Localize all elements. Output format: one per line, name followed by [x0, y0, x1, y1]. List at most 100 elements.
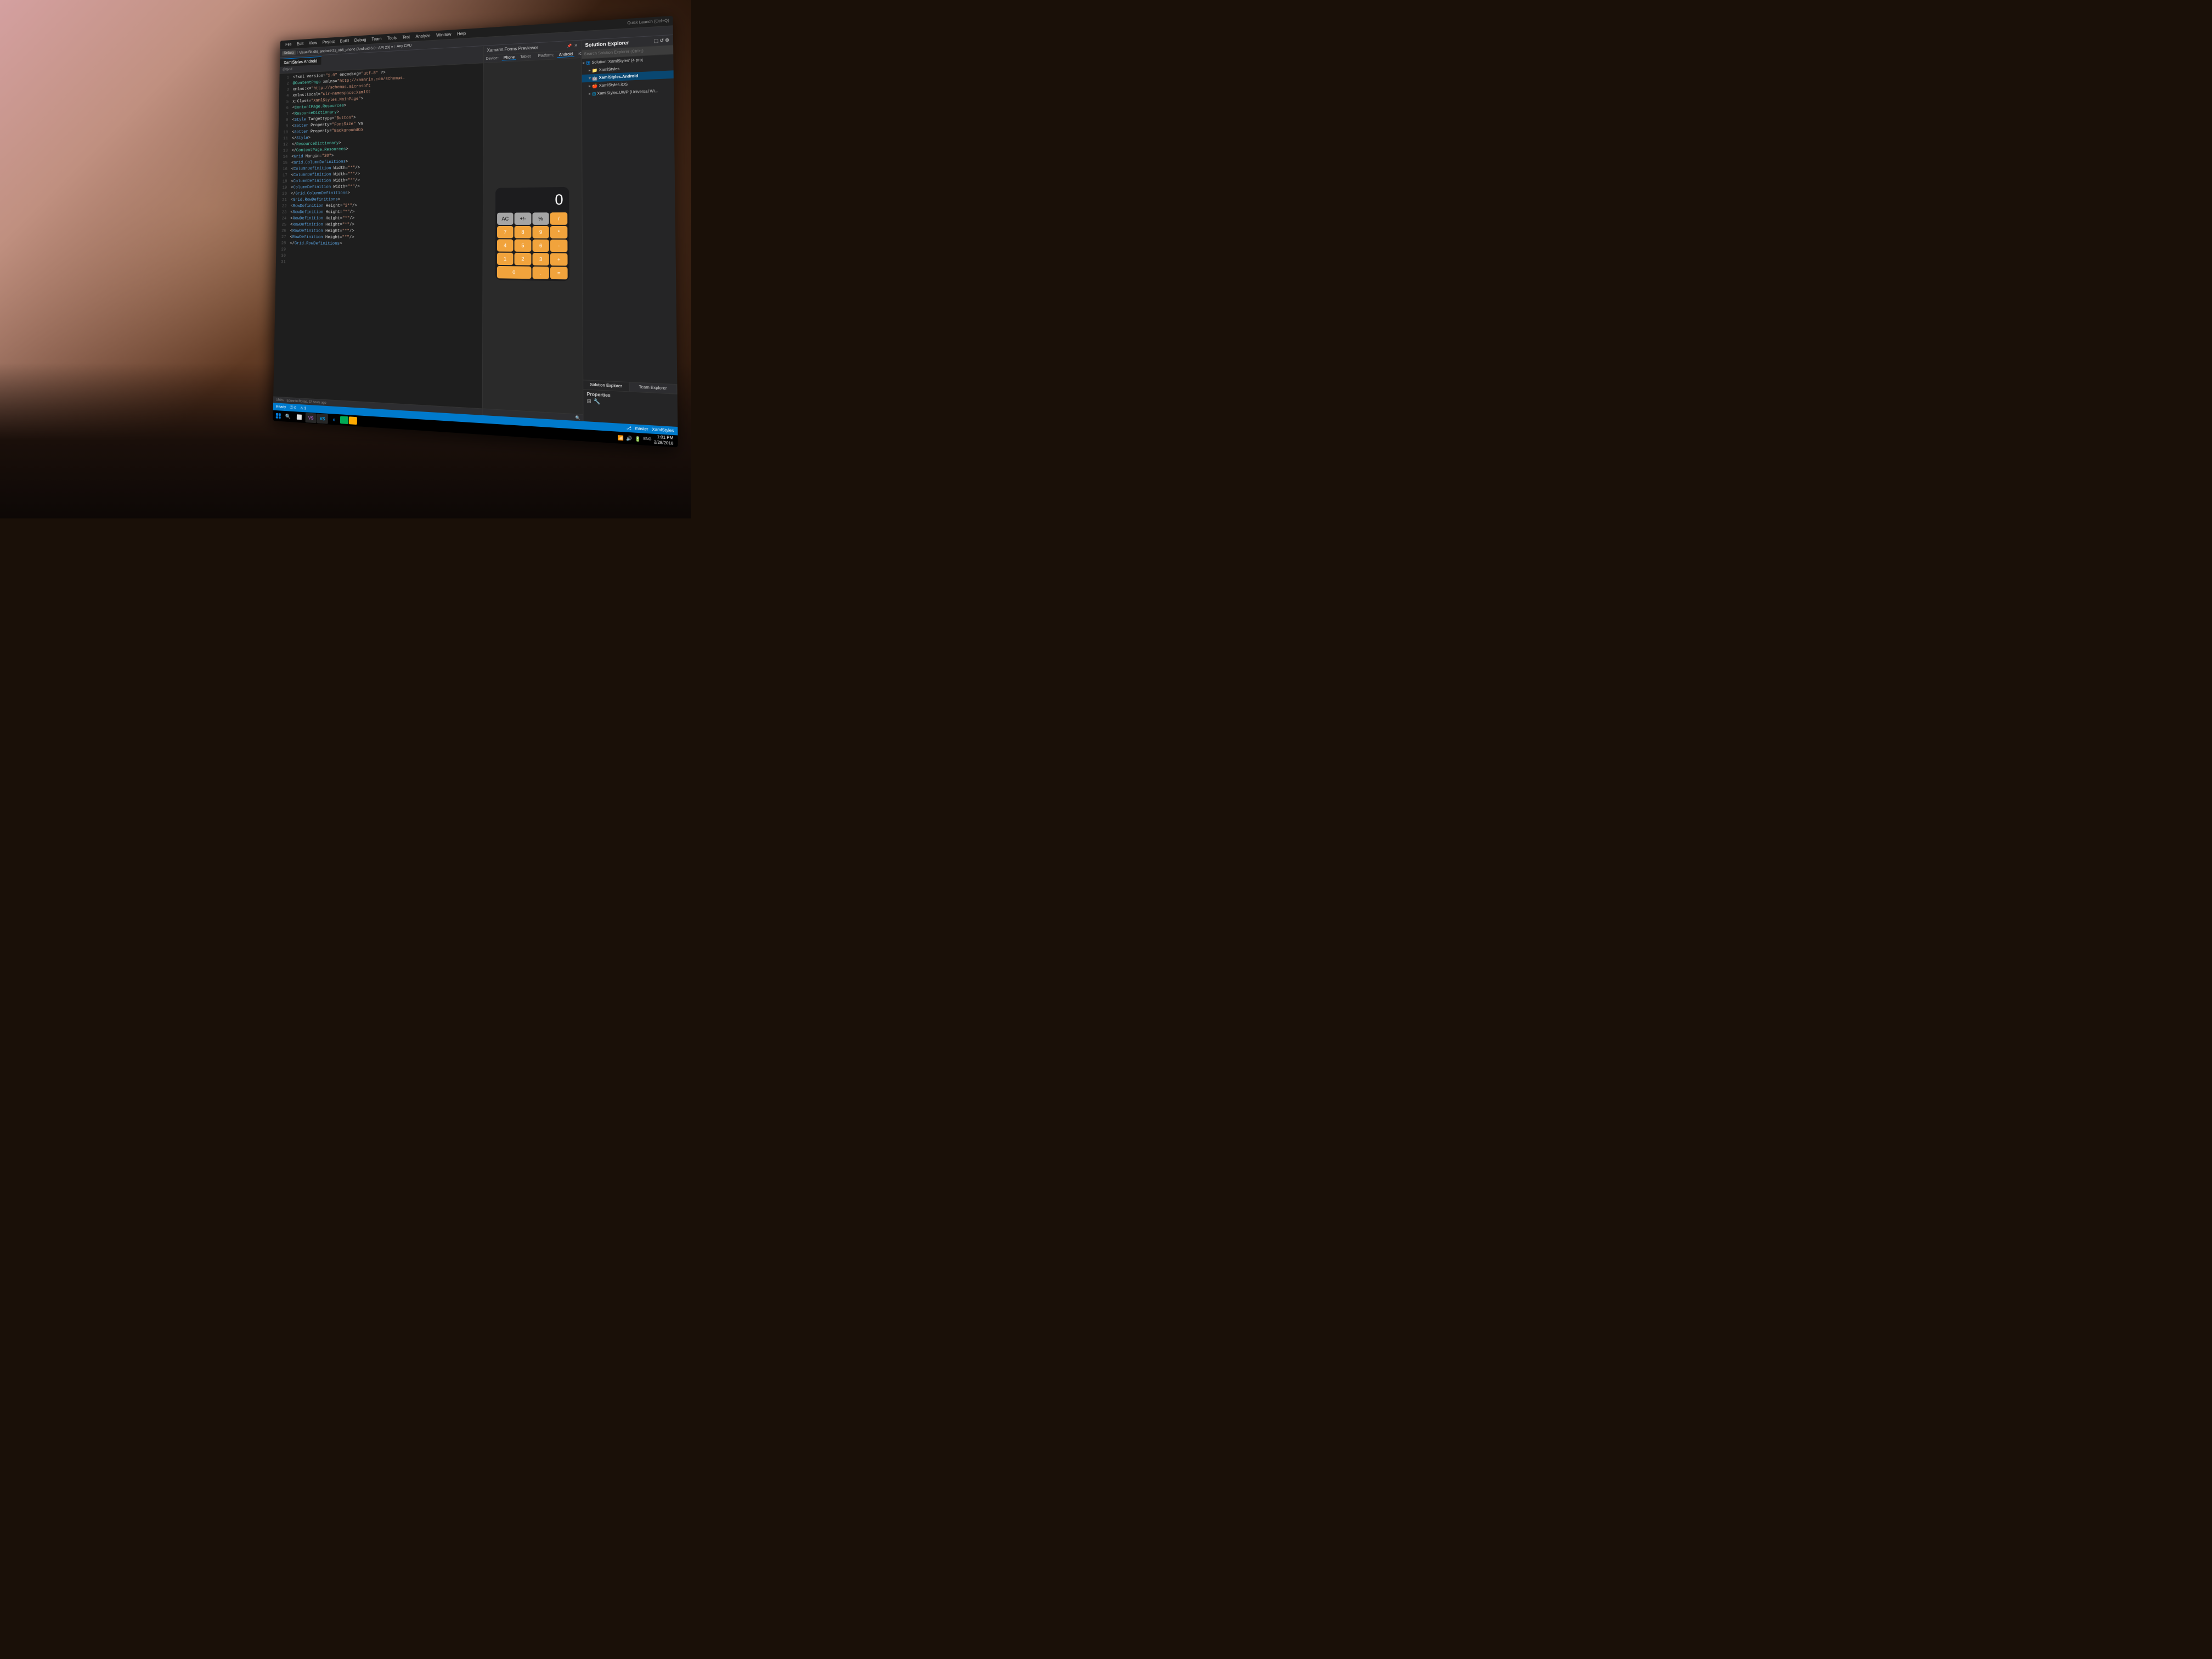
se-uwp-label: XamlStyles.UWP (Universal Wi...: [597, 89, 658, 96]
solution-icon: ⊞: [586, 60, 590, 66]
calc-5-btn[interactable]: 5: [515, 239, 531, 252]
toolbar-separator-2: |: [394, 46, 396, 49]
solution-explorer-tree: ▸ ⊞ Solution 'XamlStyles' (4 proj ▸ 📁 Xa…: [582, 54, 677, 384]
windows-logo: [276, 413, 281, 419]
calc-divide-btn[interactable]: /: [550, 212, 567, 225]
network-icon[interactable]: 📶: [618, 435, 624, 441]
calc-multiply-btn[interactable]: *: [550, 226, 567, 239]
language-indicator[interactable]: ENG: [643, 438, 651, 442]
status-git-icon: ⎇: [627, 426, 631, 431]
win-quad-1: [276, 413, 278, 416]
calc-button-grid: AC +/- % / 7 8 9 * 4 5 6: [495, 211, 569, 281]
win-quad-2: [279, 413, 281, 416]
calc-9-btn[interactable]: 9: [532, 226, 549, 239]
se-toolbar-icon-3[interactable]: ⚙: [665, 38, 669, 43]
system-clock[interactable]: 1:01 PM 2/28/2018: [654, 435, 674, 447]
se-xamlstyles-icon: 📁: [592, 67, 598, 73]
se-toolbar-icon-1[interactable]: ⬚: [654, 38, 658, 44]
status-branch: master: [635, 427, 648, 432]
quick-launch-label: Quick Launch (Ctrl+Q): [627, 19, 669, 26]
menu-analyze[interactable]: Analyze: [413, 33, 433, 40]
calc-1-btn[interactable]: 1: [497, 252, 514, 265]
menu-view[interactable]: View: [306, 40, 319, 47]
menu-test[interactable]: Test: [399, 34, 412, 41]
se-ios-icon: 🍎: [592, 83, 598, 89]
se-tab-te-label: Team Explorer: [639, 386, 667, 391]
calc-equals-btn[interactable]: =: [550, 267, 567, 279]
preview-close-btn[interactable]: ✕: [574, 43, 577, 48]
se-tab-se-label: Solution Explorer: [590, 383, 622, 388]
preview-dock-btn[interactable]: 📌: [567, 43, 572, 48]
taskbar-search[interactable]: 🔍: [283, 411, 294, 422]
calc-6-btn[interactable]: 6: [532, 239, 549, 252]
calc-percent-btn[interactable]: %: [532, 212, 549, 225]
calc-display: 0: [495, 187, 569, 211]
calc-8-btn[interactable]: 8: [515, 226, 531, 238]
platform-label: Platform:: [538, 54, 554, 59]
menu-tools[interactable]: Tools: [385, 35, 399, 42]
volume-icon[interactable]: 🔊: [626, 436, 632, 441]
status-warnings: ⚠ 3: [300, 406, 306, 410]
preview-panel: Xamarin.Forms Previewer 📌 ✕ Device: Phon…: [482, 41, 583, 421]
any-cpu[interactable]: Any CPU: [397, 44, 411, 48]
calc-3-btn[interactable]: 3: [532, 253, 549, 266]
calc-display-value: 0: [555, 191, 563, 208]
calc-minus-btn[interactable]: -: [550, 239, 567, 252]
calculator-preview: 0 AC +/- % / 7 8 9 *: [495, 187, 569, 281]
editor-area: XamlStyles.Android @Grid 12345 678910 11…: [273, 46, 483, 415]
calc-plus-btn[interactable]: +: [550, 253, 567, 266]
se-solution-label: Solution 'XamlStyles' (4 proj: [591, 58, 642, 65]
taskbar-task-view[interactable]: ⬜: [294, 412, 305, 422]
code-text[interactable]: <?xml version="1.0" encoding="utf-8" ?> …: [285, 64, 483, 409]
taskbar-yellow-app[interactable]: [349, 417, 357, 425]
calc-0-btn[interactable]: 0: [496, 266, 531, 279]
start-button[interactable]: [274, 411, 283, 420]
se-android-arrow: ▾: [589, 76, 591, 81]
status-ready: Ready: [276, 405, 286, 409]
calc-decimal-btn[interactable]: .: [532, 266, 549, 279]
se-toolbar-icon-2[interactable]: ↺: [659, 38, 664, 43]
props-icon-2[interactable]: 🔧: [594, 398, 600, 405]
props-icon-1[interactable]: ⊞: [586, 398, 591, 405]
solution-explorer-title: Solution Explorer: [585, 40, 629, 48]
calc-7-btn[interactable]: 7: [497, 226, 514, 238]
zoom-icon[interactable]: 🔍: [575, 415, 580, 420]
menu-team[interactable]: Team: [369, 36, 384, 42]
taskbar-vs[interactable]: VS: [305, 413, 316, 424]
taskbar-vs2[interactable]: VS: [317, 414, 328, 424]
status-project: XamlStyles: [652, 427, 674, 433]
code-editor[interactable]: 12345 678910 1112131415 1617181920 21222…: [273, 64, 483, 409]
status-errors: ⓪ 0: [290, 405, 296, 410]
taskbar-green-app[interactable]: [340, 416, 348, 425]
menu-window[interactable]: Window: [433, 31, 454, 38]
se-uwp-icon: ⊞: [592, 91, 596, 96]
device-type-selector: Phone Tablet: [502, 54, 533, 60]
taskbar-edge[interactable]: e: [328, 414, 340, 425]
menu-help[interactable]: Help: [454, 31, 469, 37]
android-tab[interactable]: Android: [557, 52, 574, 58]
device-label: Device:: [486, 57, 498, 61]
calc-ac-btn[interactable]: AC: [497, 212, 514, 224]
calc-2-btn[interactable]: 2: [515, 253, 531, 266]
win-quad-4: [278, 416, 280, 419]
properties-panel: Properties ⊞ 🔧: [583, 390, 678, 427]
menu-project[interactable]: Project: [320, 39, 337, 46]
win-quad-3: [276, 416, 278, 419]
se-xamlstyles-label: XamlStyles: [599, 67, 619, 72]
se-uwp-arrow: ▸: [589, 92, 591, 96]
phone-tab[interactable]: Phone: [502, 55, 516, 60]
tablet-tab[interactable]: Tablet: [518, 54, 532, 59]
menu-edit[interactable]: Edit: [294, 41, 306, 47]
se-android-icon: 🤖: [592, 76, 598, 81]
ide-body: XamlStyles.Android @Grid 12345 678910 11…: [273, 35, 678, 427]
menu-file[interactable]: File: [283, 42, 294, 48]
calc-plusminus-btn[interactable]: +/-: [515, 212, 531, 224]
calc-4-btn[interactable]: 4: [497, 239, 514, 252]
laptop-screen: File Edit View Project Build Debug Team …: [273, 16, 678, 448]
clock-date: 2/28/2018: [654, 440, 674, 447]
preview-body: 0 AC +/- % / 7 8 9 *: [482, 58, 583, 414]
menu-build[interactable]: Build: [337, 38, 351, 44]
se-ios-arrow: ▸: [589, 84, 591, 88]
debug-config[interactable]: Debug: [282, 50, 296, 56]
menu-debug[interactable]: Debug: [352, 37, 369, 43]
